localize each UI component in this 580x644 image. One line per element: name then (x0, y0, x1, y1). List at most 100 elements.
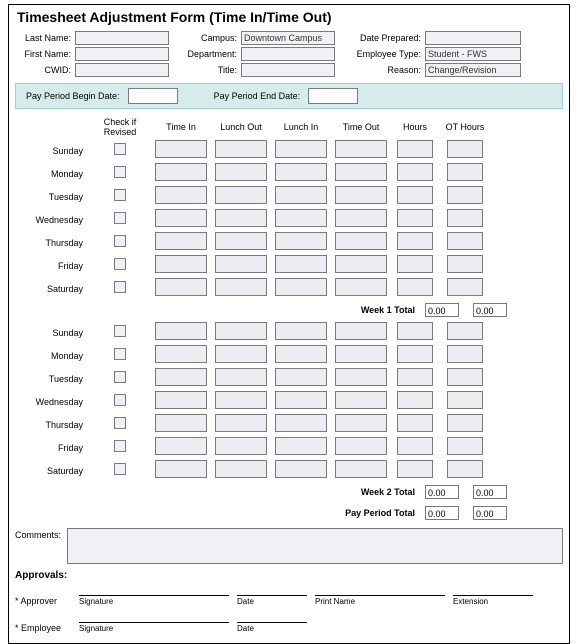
hours-field[interactable] (397, 140, 433, 158)
lunch-out-field[interactable] (215, 437, 267, 455)
time-in-field[interactable] (155, 368, 207, 386)
lunch-out-field[interactable] (215, 391, 267, 409)
lunch-out-field[interactable] (215, 209, 267, 227)
hours-field[interactable] (397, 278, 433, 296)
time-out-field[interactable] (335, 255, 387, 273)
hours-field[interactable] (397, 414, 433, 432)
lunch-out-field[interactable] (215, 140, 267, 158)
revised-checkbox[interactable] (114, 235, 126, 247)
hours-field[interactable] (397, 255, 433, 273)
time-out-field[interactable] (335, 232, 387, 250)
time-in-field[interactable] (155, 322, 207, 340)
ot-hours-field[interactable] (447, 209, 483, 227)
lunch-out-field[interactable] (215, 186, 267, 204)
hours-field[interactable] (397, 186, 433, 204)
hours-field[interactable] (397, 232, 433, 250)
lunch-in-field[interactable] (275, 278, 327, 296)
lunch-in-field[interactable] (275, 209, 327, 227)
period-begin-field[interactable] (128, 88, 178, 104)
time-out-field[interactable] (335, 322, 387, 340)
hours-field[interactable] (397, 209, 433, 227)
ot-hours-field[interactable] (447, 140, 483, 158)
time-out-field[interactable] (335, 186, 387, 204)
hours-field[interactable] (397, 460, 433, 478)
revised-checkbox[interactable] (114, 440, 126, 452)
lunch-in-field[interactable] (275, 414, 327, 432)
revised-checkbox[interactable] (114, 281, 126, 293)
reason-field[interactable]: Change/Revision (425, 63, 521, 77)
approver-printname-line[interactable] (315, 583, 445, 596)
hours-field[interactable] (397, 322, 433, 340)
revised-checkbox[interactable] (114, 325, 126, 337)
lunch-in-field[interactable] (275, 460, 327, 478)
lunch-out-field[interactable] (215, 414, 267, 432)
lunch-out-field[interactable] (215, 460, 267, 478)
period-end-field[interactable] (308, 88, 358, 104)
ot-hours-field[interactable] (447, 255, 483, 273)
lunch-in-field[interactable] (275, 186, 327, 204)
ot-hours-field[interactable] (447, 460, 483, 478)
time-out-field[interactable] (335, 140, 387, 158)
ot-hours-field[interactable] (447, 278, 483, 296)
revised-checkbox[interactable] (114, 258, 126, 270)
comments-field[interactable] (67, 528, 563, 564)
time-in-field[interactable] (155, 232, 207, 250)
cwid-field[interactable] (75, 63, 169, 77)
approver-signature-line[interactable] (79, 583, 229, 596)
time-out-field[interactable] (335, 209, 387, 227)
time-out-field[interactable] (335, 368, 387, 386)
lunch-in-field[interactable] (275, 368, 327, 386)
time-in-field[interactable] (155, 163, 207, 181)
lunch-out-field[interactable] (215, 368, 267, 386)
time-in-field[interactable] (155, 140, 207, 158)
lunch-in-field[interactable] (275, 437, 327, 455)
revised-checkbox[interactable] (114, 166, 126, 178)
revised-checkbox[interactable] (114, 348, 126, 360)
ot-hours-field[interactable] (447, 163, 483, 181)
lunch-out-field[interactable] (215, 322, 267, 340)
employee-type-field[interactable]: Student - FWS (425, 47, 521, 61)
ot-hours-field[interactable] (447, 186, 483, 204)
time-out-field[interactable] (335, 414, 387, 432)
time-out-field[interactable] (335, 391, 387, 409)
time-in-field[interactable] (155, 437, 207, 455)
hours-field[interactable] (397, 163, 433, 181)
revised-checkbox[interactable] (114, 417, 126, 429)
hours-field[interactable] (397, 391, 433, 409)
lunch-out-field[interactable] (215, 255, 267, 273)
time-in-field[interactable] (155, 414, 207, 432)
ot-hours-field[interactable] (447, 322, 483, 340)
approver-date-line[interactable] (237, 583, 307, 596)
employee-date-line[interactable] (237, 610, 307, 623)
time-out-field[interactable] (335, 345, 387, 363)
time-out-field[interactable] (335, 278, 387, 296)
revised-checkbox[interactable] (114, 463, 126, 475)
hours-field[interactable] (397, 345, 433, 363)
time-in-field[interactable] (155, 255, 207, 273)
time-in-field[interactable] (155, 460, 207, 478)
hours-field[interactable] (397, 437, 433, 455)
time-in-field[interactable] (155, 209, 207, 227)
ot-hours-field[interactable] (447, 391, 483, 409)
time-out-field[interactable] (335, 460, 387, 478)
ot-hours-field[interactable] (447, 232, 483, 250)
lunch-out-field[interactable] (215, 163, 267, 181)
time-in-field[interactable] (155, 391, 207, 409)
time-in-field[interactable] (155, 278, 207, 296)
approver-extension-line[interactable] (453, 583, 533, 596)
ot-hours-field[interactable] (447, 414, 483, 432)
date-prepared-field[interactable] (425, 31, 521, 45)
first-name-field[interactable] (75, 47, 169, 61)
lunch-in-field[interactable] (275, 322, 327, 340)
lunch-out-field[interactable] (215, 232, 267, 250)
time-in-field[interactable] (155, 345, 207, 363)
lunch-in-field[interactable] (275, 345, 327, 363)
campus-field[interactable]: Downtown Campus (241, 31, 335, 45)
last-name-field[interactable] (75, 31, 169, 45)
ot-hours-field[interactable] (447, 437, 483, 455)
revised-checkbox[interactable] (114, 394, 126, 406)
ot-hours-field[interactable] (447, 345, 483, 363)
ot-hours-field[interactable] (447, 368, 483, 386)
time-in-field[interactable] (155, 186, 207, 204)
time-out-field[interactable] (335, 437, 387, 455)
